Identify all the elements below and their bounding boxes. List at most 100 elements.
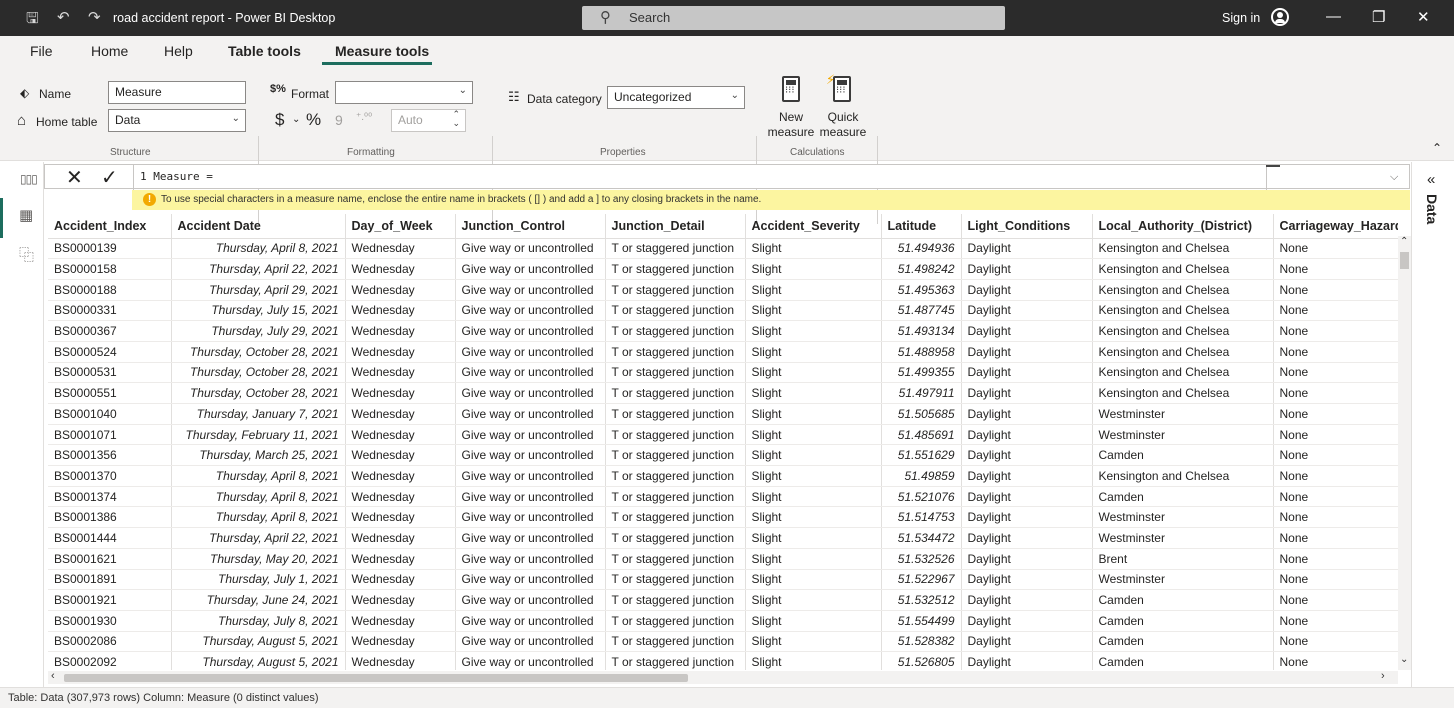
percent-button[interactable]: % — [306, 110, 321, 130]
cell-local-authority[interactable]: Kensington and Chelsea — [1092, 362, 1274, 384]
cell-latitude[interactable]: 51.485691 — [881, 424, 962, 446]
cell-carriageway-hazards[interactable]: None — [1273, 382, 1398, 404]
cell-latitude[interactable]: 51.551629 — [881, 444, 962, 467]
vertical-scrollbar[interactable]: ⌃ ⌄ — [1398, 236, 1411, 670]
search-box[interactable]: ⚲ Search — [582, 6, 1005, 30]
cell-junction-control[interactable]: Give way or uncontrolled — [455, 465, 606, 487]
cell-accident-date[interactable]: Thursday, October 28, 2021 — [171, 341, 346, 363]
cell-latitude[interactable]: 51.493134 — [881, 320, 962, 342]
cell-latitude[interactable]: 51.532512 — [881, 589, 962, 611]
cell-accident-severity[interactable]: Slight — [745, 320, 882, 342]
cell-junction-detail[interactable]: T or staggered junction — [605, 320, 746, 342]
model-view-icon[interactable]: ⿻ — [19, 244, 34, 265]
table-row[interactable]: BS0000188 Thursday, April 29, 2021 Wednesd… — [48, 279, 1398, 301]
cell-junction-detail[interactable]: T or staggered junction — [605, 279, 746, 301]
cell-accident-date[interactable]: Thursday, August 5, 2021 — [171, 651, 346, 670]
cell-accident-date[interactable]: Thursday, May 20, 2021 — [171, 548, 346, 570]
scroll-down-icon[interactable]: ⌄ — [1400, 654, 1408, 665]
cell-light-conditions[interactable]: Daylight — [961, 341, 1093, 363]
cell-accident-index[interactable]: BS0000367 — [48, 320, 172, 342]
cell-light-conditions[interactable]: Daylight — [961, 403, 1093, 425]
cell-day-of-week[interactable]: Wednesday — [345, 548, 456, 570]
cell-light-conditions[interactable]: Daylight — [961, 631, 1093, 653]
column-header-junction-detail[interactable]: Junction_Detail — [605, 214, 746, 239]
cell-carriageway-hazards[interactable]: None — [1273, 527, 1398, 549]
decimal-decrease-icon[interactable]: ⁺.⁰⁰ — [356, 112, 372, 123]
cell-accident-date[interactable]: Thursday, October 28, 2021 — [171, 382, 346, 404]
scroll-left-icon[interactable]: ‹ — [51, 670, 55, 682]
column-header-latitude[interactable]: Latitude — [881, 214, 962, 239]
cell-junction-control[interactable]: Give way or uncontrolled — [455, 238, 606, 260]
cell-light-conditions[interactable]: Daylight — [961, 362, 1093, 384]
cell-junction-detail[interactable]: T or staggered junction — [605, 424, 746, 446]
cell-junction-control[interactable]: Give way or uncontrolled — [455, 258, 606, 280]
menu-table-tools[interactable]: Table tools — [228, 43, 301, 59]
cell-junction-detail[interactable]: T or staggered junction — [605, 527, 746, 549]
cell-light-conditions[interactable]: Daylight — [961, 486, 1093, 508]
cell-junction-control[interactable]: Give way or uncontrolled — [455, 403, 606, 425]
cell-accident-severity[interactable]: Slight — [745, 300, 882, 322]
cell-light-conditions[interactable]: Daylight — [961, 589, 1093, 611]
cell-carriageway-hazards[interactable]: None — [1273, 610, 1398, 632]
cell-accident-index[interactable]: BS0001370 — [48, 465, 172, 487]
cell-accident-severity[interactable]: Slight — [745, 238, 882, 260]
cell-junction-control[interactable]: Give way or uncontrolled — [455, 569, 606, 591]
menu-help[interactable]: Help — [164, 43, 193, 59]
cell-junction-control[interactable]: Give way or uncontrolled — [455, 444, 606, 467]
expand-formula-icon[interactable]: ⌵ — [1390, 171, 1398, 184]
cell-accident-index[interactable]: BS0000524 — [48, 341, 172, 363]
cell-day-of-week[interactable]: Wednesday — [345, 300, 456, 322]
cell-day-of-week[interactable]: Wednesday — [345, 341, 456, 363]
cell-local-authority[interactable]: Camden — [1092, 610, 1274, 632]
cell-junction-detail[interactable]: T or staggered junction — [605, 258, 746, 280]
cell-junction-detail[interactable]: T or staggered junction — [605, 300, 746, 322]
cell-junction-control[interactable]: Give way or uncontrolled — [455, 548, 606, 570]
cell-day-of-week[interactable]: Wednesday — [345, 238, 456, 260]
cell-accident-index[interactable]: BS0001921 — [48, 589, 172, 611]
scroll-right-icon[interactable]: › — [1381, 670, 1385, 682]
cell-carriageway-hazards[interactable]: None — [1273, 548, 1398, 570]
cell-latitude[interactable]: 51.554499 — [881, 610, 962, 632]
table-row[interactable]: BS0000551 Thursday, October 28, 2021 Wedne… — [48, 382, 1398, 404]
name-input[interactable]: Measure — [108, 81, 246, 104]
quick-measure-button[interactable]: Quick measure — [816, 110, 870, 140]
cell-latitude[interactable]: 51.497911 — [881, 382, 962, 404]
cell-local-authority[interactable]: Camden — [1092, 651, 1274, 670]
cell-accident-severity[interactable]: Slight — [745, 341, 882, 363]
cell-carriageway-hazards[interactable]: None — [1273, 341, 1398, 363]
table-row[interactable]: BS0001891 Thursday, July 1, 2021 Wednesday… — [48, 569, 1398, 591]
cell-junction-detail[interactable]: T or staggered junction — [605, 444, 746, 467]
cell-accident-date[interactable]: Thursday, March 25, 2021 — [171, 444, 346, 467]
expand-pane-icon[interactable]: « — [1427, 171, 1435, 188]
cell-latitude[interactable]: 51.505685 — [881, 403, 962, 425]
data-pane-label[interactable]: Data — [1424, 194, 1440, 224]
cell-junction-detail[interactable]: T or staggered junction — [605, 238, 746, 260]
cell-local-authority[interactable]: Westminster — [1092, 424, 1274, 446]
column-header-day-of-week[interactable]: Day_of_Week — [345, 214, 456, 239]
table-row[interactable]: BS0001621 Thursday, May 20, 2021 Wednesday… — [48, 548, 1398, 570]
cell-accident-date[interactable]: Thursday, February 11, 2021 — [171, 424, 346, 446]
cell-carriageway-hazards[interactable]: None — [1273, 403, 1398, 425]
cell-local-authority[interactable]: Brent — [1092, 548, 1274, 570]
cell-carriageway-hazards[interactable]: None — [1273, 631, 1398, 653]
cell-light-conditions[interactable]: Daylight — [961, 506, 1093, 529]
cell-accident-severity[interactable]: Slight — [745, 424, 882, 446]
cell-accident-date[interactable]: Thursday, April 8, 2021 — [171, 238, 346, 260]
cell-accident-severity[interactable]: Slight — [745, 506, 882, 529]
table-row[interactable]: BS0000531 Thursday, October 28, 2021 Wedne… — [48, 362, 1398, 384]
table-row[interactable]: BS0001356 Thursday, March 25, 2021 Wednesd… — [48, 444, 1398, 467]
data-category-select[interactable]: Uncategorized ⌄ — [607, 86, 745, 109]
cell-junction-detail[interactable]: T or staggered junction — [605, 403, 746, 425]
cell-accident-index[interactable]: BS0000531 — [48, 362, 172, 384]
table-row[interactable]: BS0001444 Thursday, April 22, 2021 Wednesd… — [48, 527, 1398, 549]
cell-accident-date[interactable]: Thursday, April 8, 2021 — [171, 506, 346, 529]
cell-local-authority[interactable]: Westminster — [1092, 527, 1274, 549]
cell-junction-control[interactable]: Give way or uncontrolled — [455, 527, 606, 549]
cell-accident-index[interactable]: BS0001356 — [48, 444, 172, 467]
cell-junction-control[interactable]: Give way or uncontrolled — [455, 631, 606, 653]
cell-carriageway-hazards[interactable]: None — [1273, 279, 1398, 301]
cell-latitude[interactable]: 51.494936 — [881, 238, 962, 260]
cell-accident-date[interactable]: Thursday, April 22, 2021 — [171, 258, 346, 280]
cell-day-of-week[interactable]: Wednesday — [345, 651, 456, 670]
table-row[interactable]: BS0001921 Thursday, June 24, 2021 Wednesda… — [48, 589, 1398, 611]
